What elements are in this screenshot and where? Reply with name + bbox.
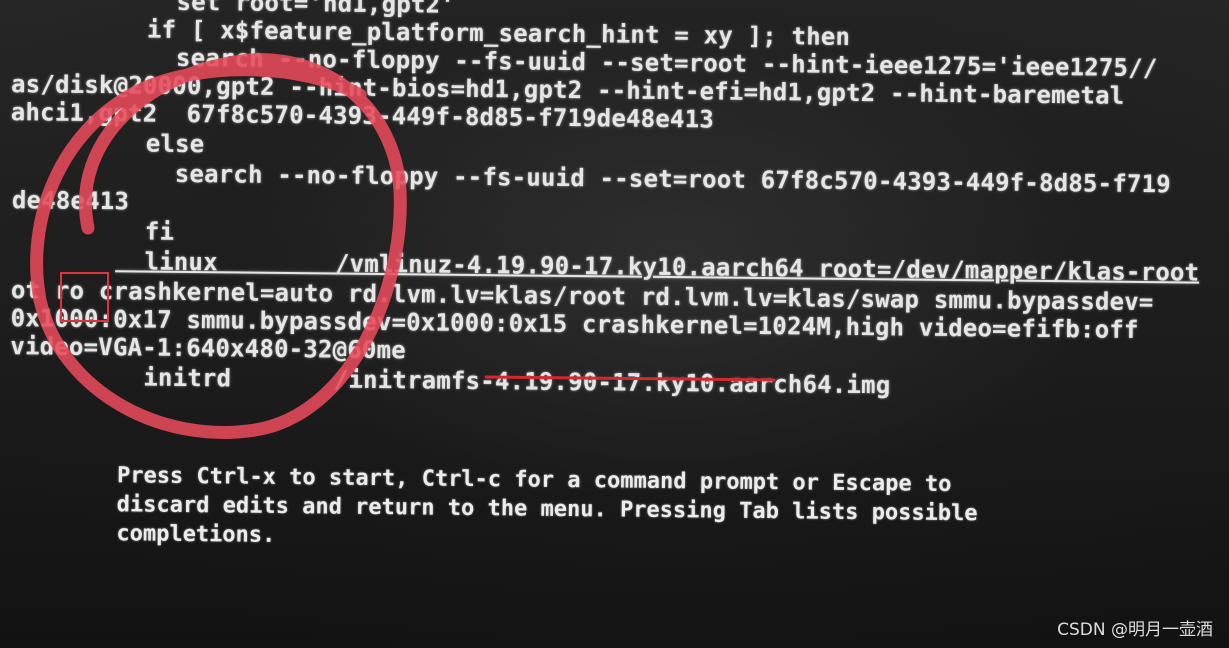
csdn-watermark: CSDN @明月一壶酒 — [1057, 620, 1213, 640]
help-line-3: completions. — [116, 521, 276, 548]
grub-line-uuid-tail: de48e413 — [11, 186, 130, 216]
grub-line-else: else — [116, 129, 205, 159]
grub-edit-screen: set root='hd1,gpt2' if [ x$feature_platf… — [0, 0, 1229, 648]
grub-line-uuid: ahci1,gpt2 67f8c570-4393-449f-8d85-f719d… — [10, 98, 715, 134]
grub-line-initrd[interactable]: initrd /initramfs-4.19.90-17.ky10.aarch6… — [114, 363, 890, 400]
grub-line-fi: fi — [115, 217, 175, 246]
grub-terminal: set root='hd1,gpt2' if [ x$feature_platf… — [0, 0, 1229, 648]
grub-line-search-2: search --no-floppy --fs-uuid --set=root … — [116, 159, 1172, 199]
grub-line-kernel-args-3[interactable]: video=VGA-1:640x480-32@60me — [10, 332, 406, 364]
